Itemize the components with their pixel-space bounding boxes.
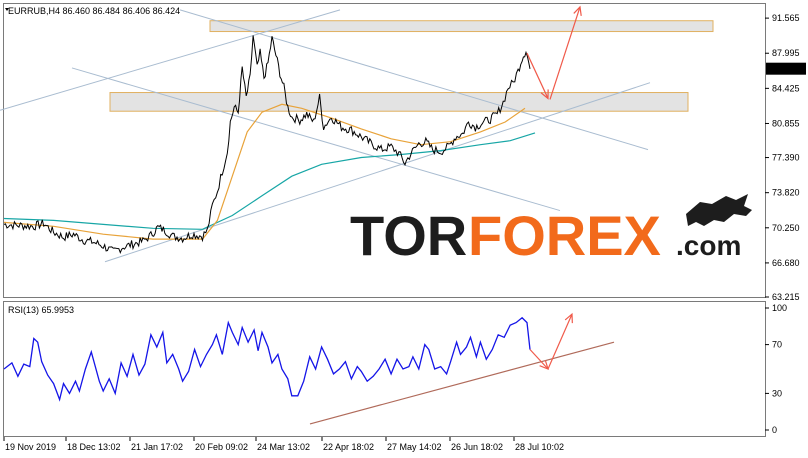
rsi-tick-label: 0	[772, 425, 777, 435]
price-tick-label: 80.855	[772, 118, 800, 128]
price-zone-2[interactable]	[109, 92, 689, 112]
rsi-tick-label: 30	[772, 388, 782, 398]
logo-part-tor: TOR	[350, 204, 467, 267]
time-tick-label: 20 Feb 09:02	[195, 442, 248, 452]
price-tick-label: 91.565	[772, 13, 800, 23]
time-tick-label: 27 May 14:02	[387, 442, 442, 452]
symbol-label: EURRUB,H4 86.460 86.484 86.406 86.424	[8, 6, 180, 16]
price-tick-label: 87.995	[772, 48, 800, 58]
trading-chart[interactable]: 91.565 87.995 84.425 80.855 77.390 73.820 70.2…	[0, 0, 808, 458]
price-tick-label: 70.250	[772, 223, 800, 233]
time-tick-label: 18 Dec 13:02	[67, 442, 121, 452]
time-tick-label: 22 Apr 18:02	[323, 442, 374, 452]
price-tick-label: 63.215	[772, 292, 800, 302]
price-tick-label: 66.680	[772, 258, 800, 268]
time-tick-label: 24 Mar 13:02	[257, 442, 310, 452]
rsi-tick-label: 70	[772, 340, 782, 350]
logo-part-forex: FOREX	[468, 204, 661, 267]
price-tick-label: 84.425	[772, 83, 800, 93]
rsi-label: RSI(13) 65.9953	[8, 305, 74, 315]
time-tick-label: 28 Jul 10:02	[515, 442, 564, 452]
time-tick-label: 21 Jan 17:02	[131, 442, 183, 452]
rsi-pane[interactable]	[3, 301, 766, 437]
logo-part-com: .com	[676, 230, 741, 261]
price-tick-label: 77.390	[772, 153, 800, 163]
rsi-tick-label: 100	[772, 303, 787, 313]
price-tick-label: 73.820	[772, 188, 800, 198]
current-price-label: 86.424	[770, 64, 798, 74]
time-tick-label: 19 Nov 2019	[5, 442, 56, 452]
time-tick-label: 26 Jun 18:02	[451, 442, 503, 452]
